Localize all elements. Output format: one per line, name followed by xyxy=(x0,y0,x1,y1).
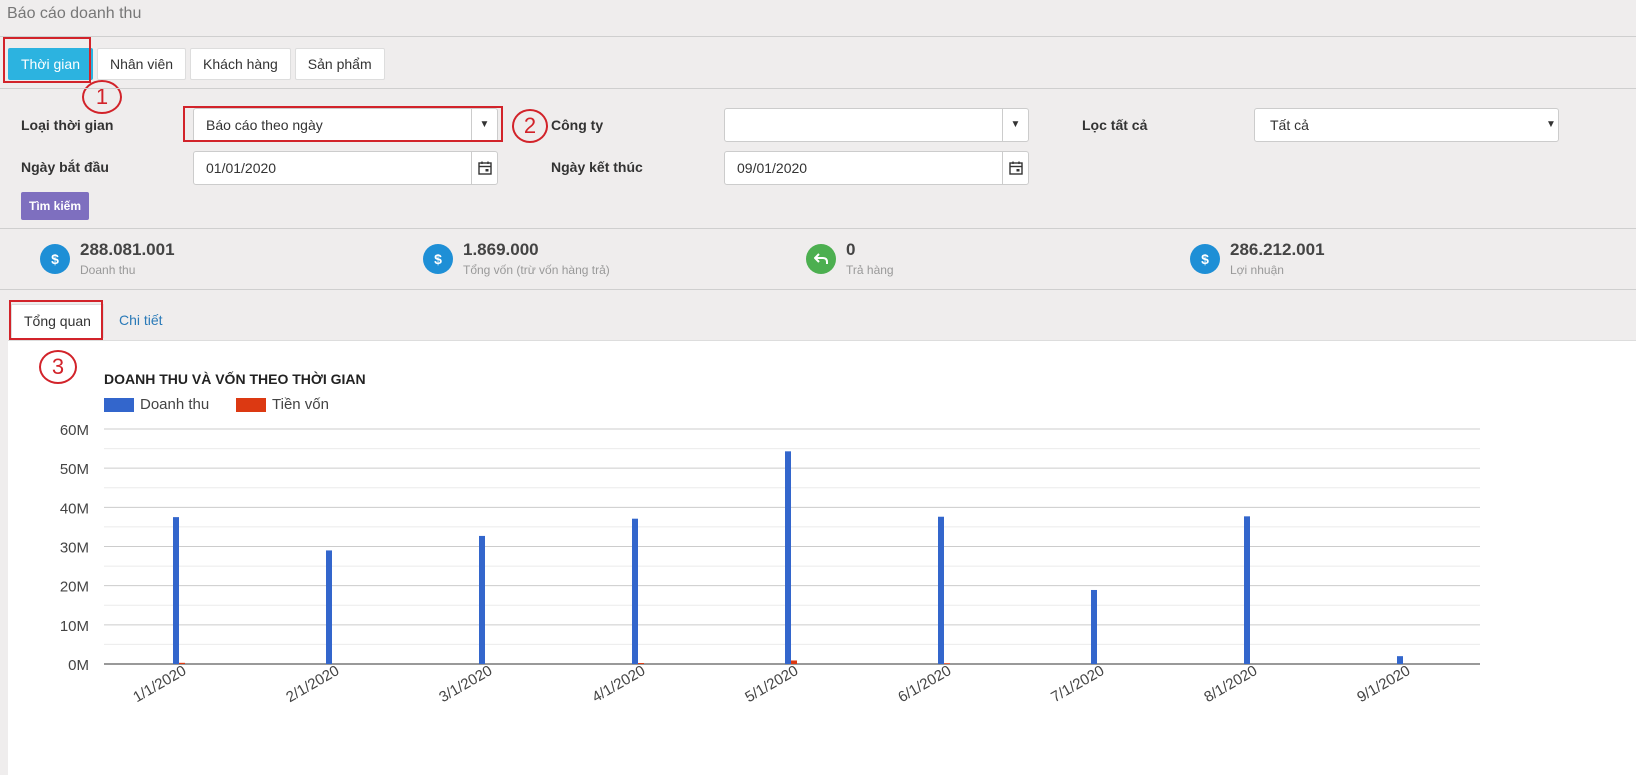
y-tick-label: 50M xyxy=(60,461,89,478)
revenue-bar xyxy=(1091,589,1097,664)
revenue-bar xyxy=(632,518,638,664)
revenue-cost-chart: 0M 10M 20M 30M 40M 50M 60M 1/1/2020 2/1/2020 3/1/… xyxy=(60,422,1480,706)
x-tick-label: 9/1/2020 xyxy=(1354,662,1413,706)
x-tick-label: 1/1/2020 xyxy=(130,662,189,706)
y-tick-label: 30M xyxy=(60,540,89,557)
x-tick-label: 7/1/2020 xyxy=(1048,662,1107,706)
y-tick-label: 60M xyxy=(60,422,89,439)
x-tick-label: 3/1/2020 xyxy=(436,662,495,706)
revenue-bar xyxy=(479,535,485,664)
y-tick-label: 40M xyxy=(60,500,89,517)
revenue-bar xyxy=(326,550,332,664)
x-tick-label: 2/1/2020 xyxy=(283,662,342,706)
y-tick-label: 10M xyxy=(60,618,89,635)
revenue-bar xyxy=(938,516,944,664)
revenue-bar xyxy=(173,517,179,664)
revenue-bar xyxy=(1244,516,1250,664)
x-tick-label: 4/1/2020 xyxy=(589,662,648,706)
y-tick-label: 0M xyxy=(68,657,89,674)
y-tick-label: 20M xyxy=(60,579,89,596)
x-tick-label: 8/1/2020 xyxy=(1201,662,1260,706)
x-tick-label: 5/1/2020 xyxy=(742,662,801,706)
x-tick-label: 6/1/2020 xyxy=(895,662,954,706)
revenue-bar xyxy=(785,451,791,664)
